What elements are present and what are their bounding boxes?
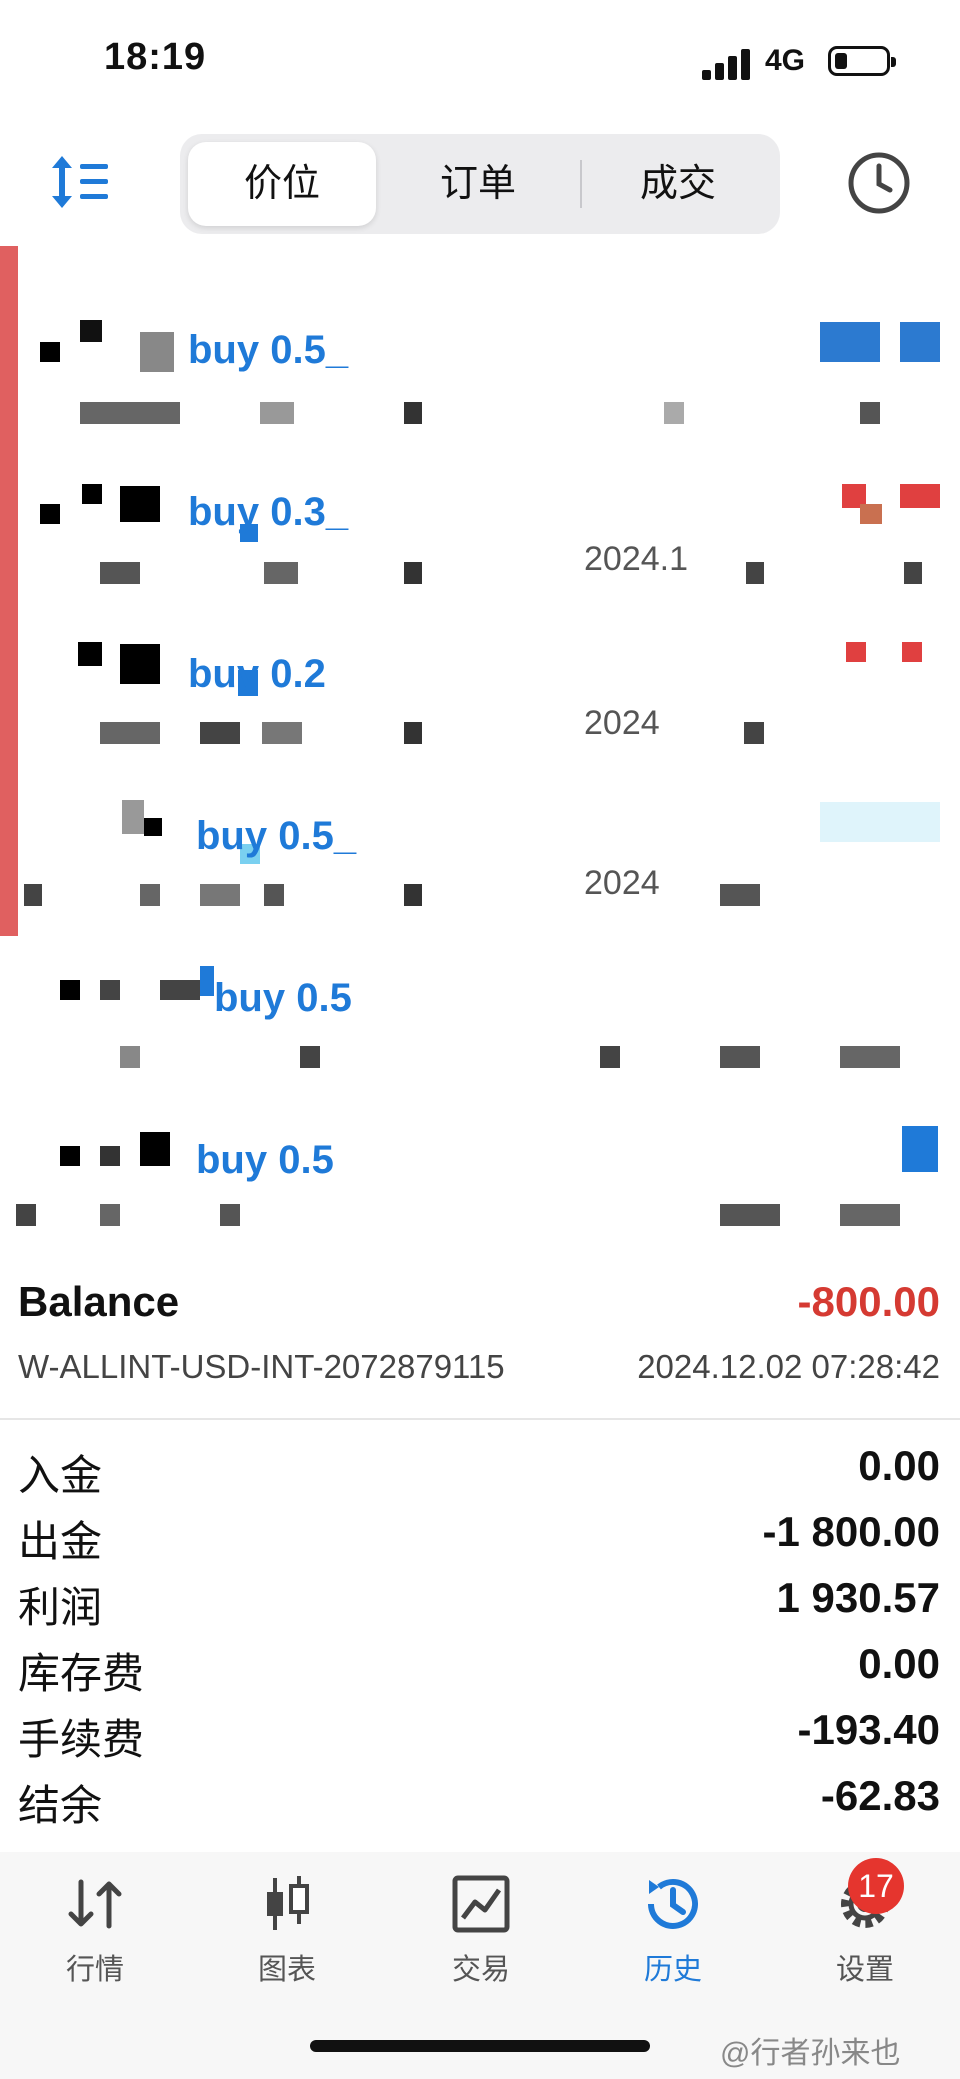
tab-history[interactable]: 历史 bbox=[598, 1872, 748, 2012]
trade-label: buy 0.3_ bbox=[188, 490, 349, 534]
quotes-arrows-icon bbox=[68, 1879, 122, 1929]
trade-row[interactable]: buy 0.5_ 2024 bbox=[0, 756, 960, 916]
summary-value: -193.40 bbox=[797, 1706, 940, 1753]
summary-label: 结余 bbox=[18, 1782, 103, 1829]
trade-chart-icon bbox=[452, 1875, 510, 1933]
summary-label: 利润 bbox=[18, 1584, 103, 1631]
segmented-control: 价位 订单 成交 bbox=[180, 134, 780, 234]
trade-label: buy 0.5_ bbox=[196, 814, 357, 858]
balance-datetime: 2024.12.02 07:28:42 bbox=[637, 1348, 940, 1385]
tab-label: 行情 bbox=[65, 1954, 124, 1986]
summary-row-commission: 手续费 -193.40 bbox=[0, 1706, 960, 1772]
home-indicator[interactable] bbox=[310, 2040, 650, 2052]
summary-label: 入金 bbox=[18, 1452, 103, 1499]
status-time: 18:19 bbox=[104, 36, 207, 78]
summary-label: 手续费 bbox=[18, 1716, 145, 1763]
candlestick-chart-icon bbox=[267, 1876, 309, 1930]
trade-row[interactable]: buy 0.2 2024 bbox=[0, 594, 960, 754]
summary-row-balance: 结余 -62.83 bbox=[0, 1772, 960, 1838]
summary-row-deposit: 入金 0.00 bbox=[0, 1442, 960, 1508]
trade-label: buy 0.2 bbox=[188, 652, 326, 696]
clock-icon[interactable] bbox=[846, 150, 912, 216]
trade-row[interactable]: buy 0.5 bbox=[0, 1080, 960, 1240]
balance-label: Balance bbox=[18, 1278, 180, 1325]
trade-label: buy 0.5 bbox=[214, 976, 352, 1020]
trade-row[interactable]: buy 0.5 bbox=[0, 918, 960, 1078]
trade-date: 2024 bbox=[584, 704, 660, 742]
trade-date: 2024 bbox=[584, 864, 660, 902]
network-type: 4G bbox=[765, 44, 806, 77]
balance-value: -800.00 bbox=[797, 1278, 940, 1325]
trade-row[interactable]: buy 0.5_ bbox=[0, 270, 960, 430]
tab-deals[interactable]: 成交 bbox=[584, 142, 772, 226]
summary-value: 0.00 bbox=[858, 1442, 940, 1489]
segment-divider bbox=[580, 160, 582, 208]
summary-value: 1 930.57 bbox=[776, 1574, 941, 1621]
balance-account: W-ALLINT-USD-INT-2072879115 bbox=[18, 1348, 505, 1385]
trade-row[interactable]: buy 0.3_ 2024.1 bbox=[0, 432, 960, 592]
summary-row-withdrawal: 出金 -1 800.00 bbox=[0, 1508, 960, 1574]
trade-label: buy 0.5 bbox=[196, 1138, 334, 1182]
tab-label: 设置 bbox=[835, 1954, 894, 1986]
settings-badge: 17 bbox=[848, 1858, 904, 1914]
watermark: @行者孙来也 bbox=[720, 2037, 901, 2070]
tab-label: 交易 bbox=[451, 1954, 510, 1986]
trade-label: buy 0.5_ bbox=[188, 328, 349, 372]
summary-value: -1 800.00 bbox=[762, 1508, 940, 1555]
tab-charts[interactable]: 图表 bbox=[212, 1872, 362, 2012]
battery-icon bbox=[828, 46, 896, 76]
trade-date: 2024.1 bbox=[584, 540, 688, 578]
tab-trade[interactable]: 交易 bbox=[406, 1872, 556, 2012]
tab-label: 历史 bbox=[643, 1954, 702, 1986]
tab-orders[interactable]: 订单 bbox=[380, 142, 576, 226]
tab-price[interactable]: 价位 bbox=[188, 142, 376, 226]
summary-value: -62.83 bbox=[820, 1772, 940, 1819]
summary-label: 出金 bbox=[18, 1518, 103, 1565]
signal-icon bbox=[702, 46, 754, 80]
history-clock-icon bbox=[648, 1878, 698, 1929]
sort-icon[interactable] bbox=[48, 152, 118, 212]
divider bbox=[0, 1418, 960, 1420]
summary-label: 库存费 bbox=[18, 1650, 145, 1697]
tab-quotes[interactable]: 行情 bbox=[20, 1872, 170, 2012]
summary-value: 0.00 bbox=[858, 1640, 940, 1687]
tab-label: 图表 bbox=[257, 1954, 316, 1986]
summary-row-profit: 利润 1 930.57 bbox=[0, 1574, 960, 1640]
summary-row-swap: 库存费 0.00 bbox=[0, 1640, 960, 1706]
